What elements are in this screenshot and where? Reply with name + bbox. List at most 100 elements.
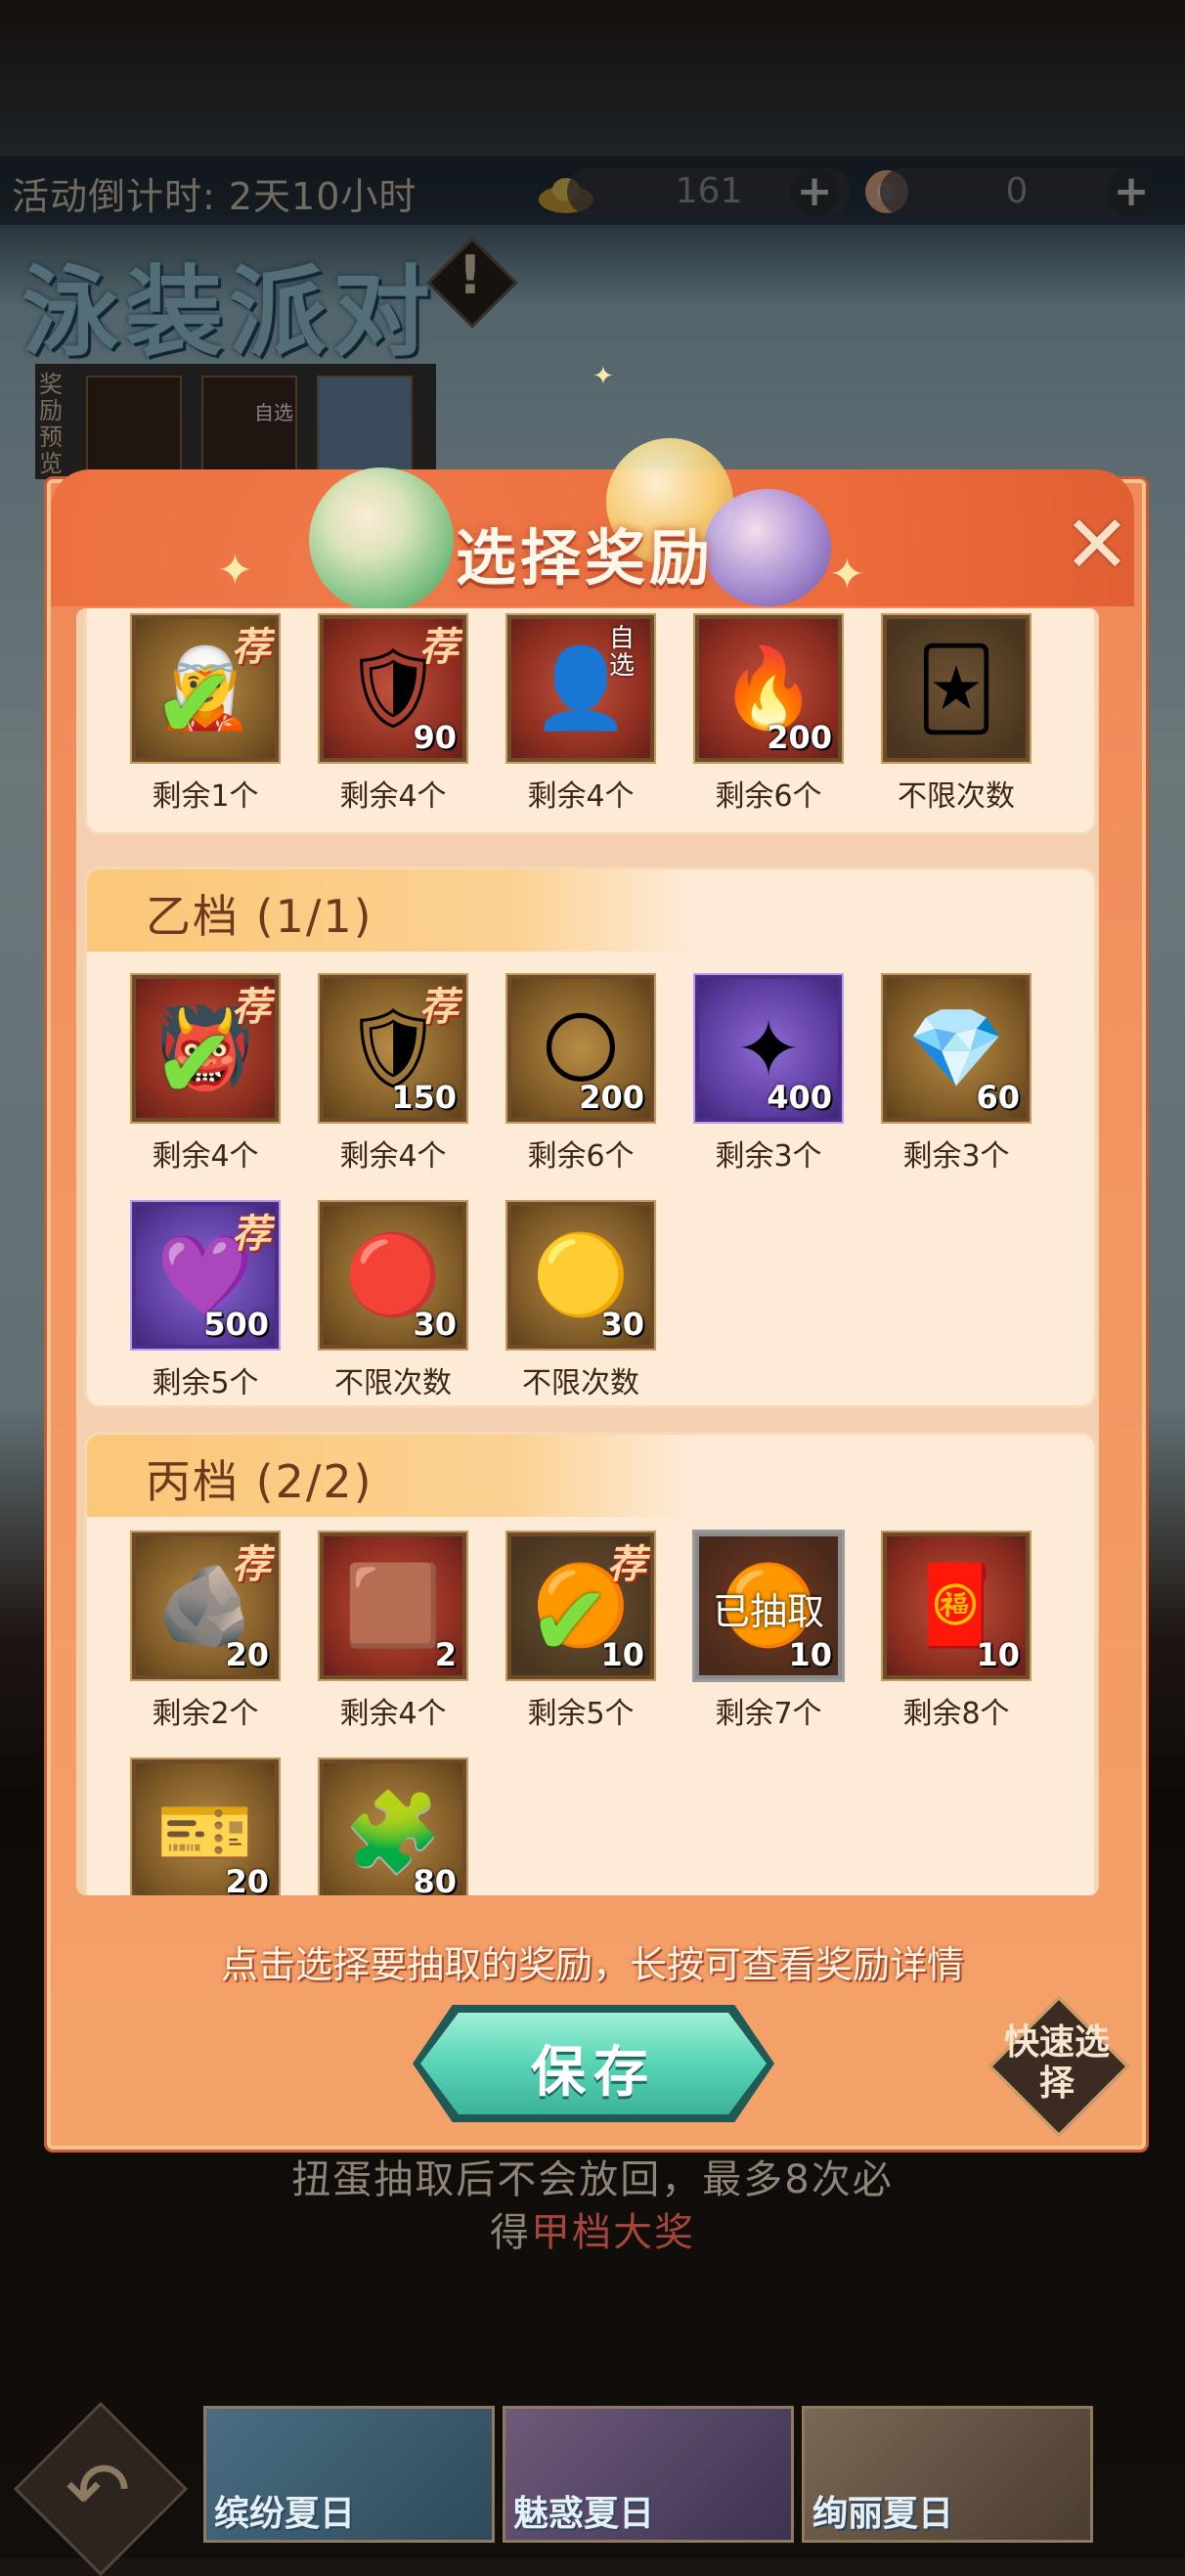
character-card-icon[interactable]: 🧝 ✔ 荐 [132,615,279,762]
amber-orb-taken-icon[interactable]: 🟠 已抽取 10 [695,1532,842,1679]
reward-item[interactable]: 🟠 已抽取 10 剩余7个 [695,1532,852,1731]
recommend-badge: 荐 [232,1542,271,1587]
reward-item[interactable]: 🌕 200 剩余6个 [507,975,664,1174]
footer-rule-highlight: 甲档大奖 [531,2210,695,2255]
copper-ore-icon[interactable]: 🟫 2 [320,1532,466,1679]
close-button[interactable]: ✕ [1060,506,1134,586]
reward-item[interactable]: 💜 500 荐剩余5个 [132,1202,288,1400]
back-arrow-icon: ↶ [65,2445,131,2536]
divine-banner-gold-icon[interactable]: 🛡 150 荐 [320,975,466,1122]
reward-item[interactable]: 🧝 ✔ 荐剩余1个 [132,615,288,814]
item-quantity: 500 [203,1306,269,1343]
choose-tag: 自选 [609,624,636,681]
item-remaining: 剩余6个 [527,1139,635,1174]
purple-gem-icon[interactable]: 💜 500 荐 [132,1202,279,1349]
reward-item[interactable]: ✦ 400 剩余3个 [695,975,852,1174]
reward-item[interactable]: 🛡 150 荐剩余4个 [320,975,476,1174]
recommend-badge: 荐 [419,625,459,670]
item-remaining: 剩余6个 [715,779,822,814]
item-quantity: 20 [225,1863,269,1895]
reward-item[interactable]: 🔥 200 剩余6个 [695,615,852,814]
reward-item[interactable]: 🎫 20 [132,1759,288,1895]
gold-coin-stone-icon[interactable]: 🌕 200 [507,975,654,1122]
modal-title: 选择奖励 [456,522,715,594]
red-swirl-stone-icon[interactable]: 🔴 30 [320,1202,466,1349]
tier-a-card: 🧝 ✔ 荐剩余1个 🛡 90 荐剩余4个 👤 自选 剩余4个 🔥 200 剩余6个 🃏 不限次数 [84,608,1097,835]
footer-rule-prefix: 得 [490,2210,531,2255]
silhouette-select-icon[interactable]: 👤 自选 [507,615,654,762]
reward-item[interactable]: 🟠 ✔ 10 荐剩余5个 [507,1532,664,1731]
selected-check-icon: ✔ [529,1564,611,1678]
footer-rule-line2: 得甲档大奖 [0,2200,1185,2257]
amber-orb-icon[interactable]: 🟠 ✔ 10 荐 [507,1532,654,1679]
tab-summer-2[interactable]: 魅惑夏日 [503,2406,794,2543]
item-remaining: 剩余8个 [902,1697,1010,1731]
reward-item[interactable]: 🧧 10 剩余8个 [883,1532,1039,1731]
reward-item[interactable]: 🛡 90 荐剩余4个 [320,615,476,814]
tab-summer-3[interactable]: 绚丽夏日 [802,2406,1093,2543]
purple-star-icon[interactable]: ✦ 400 [695,975,842,1122]
item-quantity: 20 [225,1636,269,1673]
reward-item[interactable]: 🟫 2 剩余4个 [320,1532,476,1731]
blue-ore-icon[interactable]: 🪨 20 荐 [132,1532,279,1679]
item-glyph: 🃏 [916,643,996,734]
armor-character-icon[interactable]: 👹 ✔ 荐 [132,975,279,1122]
item-remaining: 剩余1个 [152,779,259,814]
fire-orb-icon[interactable]: 🔥 200 [695,615,842,762]
item-remaining: 剩余2个 [152,1697,259,1731]
reward-item[interactable]: 🟡 30 不限次数 [507,1202,664,1400]
sparkle-icon: ✦ [217,546,253,596]
green-capsule-icon [309,467,454,612]
item-remaining: 剩余3个 [715,1139,822,1174]
item-remaining: 剩余4个 [339,1139,447,1174]
puzzle-piece-icon[interactable]: 🧩 80 [320,1759,466,1895]
item-remaining: 不限次数 [522,1366,639,1400]
purple-capsule-icon [704,489,831,606]
item-quantity: 400 [767,1079,832,1116]
quick-select-label: 快速选择 [1003,2022,1110,2104]
cloud-coin-icon[interactable]: 🟡 30 [507,1202,654,1349]
item-remaining: 剩余3个 [902,1139,1010,1174]
gold-ticket-icon[interactable]: 🎫 20 [132,1759,279,1895]
soul-crystal-icon[interactable]: 💎 60 [883,975,1030,1122]
tab-summer-1-label: 缤纷夏日 [214,2494,356,2534]
tab-summer-3-label: 绚丽夏日 [812,2494,954,2534]
item-remaining: 不限次数 [898,779,1015,814]
item-quantity: 30 [413,1306,457,1343]
reward-item[interactable]: 👹 ✔ 荐剩余4个 [132,975,288,1174]
reward-item[interactable]: 🧩 80 [320,1759,476,1895]
divine-banner-icon[interactable]: 🛡 90 荐 [320,615,466,762]
tab-summer-1[interactable]: 缤纷夏日 [203,2406,495,2543]
item-quantity: 2 [434,1636,457,1673]
item-remaining: 剩余4个 [527,779,635,814]
reward-item[interactable]: 👤 自选剩余4个 [507,615,664,814]
reward-item[interactable]: 🪨 20 荐剩余2个 [132,1532,288,1731]
item-quantity: 200 [579,1079,644,1116]
recommend-badge: 荐 [607,1542,646,1587]
reward-list-panel[interactable]: 🧝 ✔ 荐剩余1个 🛡 90 荐剩余4个 👤 自选 剩余4个 🔥 200 剩余6个 🃏 不限次数 乙档 (… [76,608,1099,1895]
item-quantity: 10 [600,1636,644,1673]
item-remaining: 剩余5个 [152,1366,259,1400]
red-envelope-icon[interactable]: 🧧 10 [883,1532,1030,1679]
taken-label: 已抽取 [712,1590,824,1633]
tier-b-card: 乙档 (1/1) 👹 ✔ 荐剩余4个 🛡 150 荐剩余4个 🌕 200 剩余6个 ✦ 400 剩余3… [84,866,1097,1408]
tab-summer-2-label: 魅惑夏日 [513,2494,655,2534]
item-remaining: 剩余4个 [152,1139,259,1174]
spirit-card-icon[interactable]: 🃏 [883,615,1030,762]
reward-item[interactable]: 💎 60 剩余3个 [883,975,1039,1174]
tier-b-title: 乙档 (1/1) [146,890,373,943]
reward-item[interactable]: 🃏 不限次数 [883,615,1039,814]
item-quantity: 150 [391,1079,457,1116]
item-quantity: 10 [976,1636,1020,1673]
item-quantity: 80 [413,1863,457,1895]
reward-item[interactable]: 🔴 30 不限次数 [320,1202,476,1400]
sparkle-icon: ✦ [829,550,865,600]
sparkle-icon: ✦ [592,362,614,391]
selection-hint: 点击选择要抽取的奖励，长按可查看奖励详情 [220,1943,964,1986]
save-button-label: 保存 [531,2041,656,2105]
tier-c-title: 丙档 (2/2) [146,1455,373,1508]
recommend-badge: 荐 [419,985,459,1030]
item-quantity: 30 [600,1306,644,1343]
item-remaining: 不限次数 [334,1366,452,1400]
recommend-badge: 荐 [232,985,271,1030]
